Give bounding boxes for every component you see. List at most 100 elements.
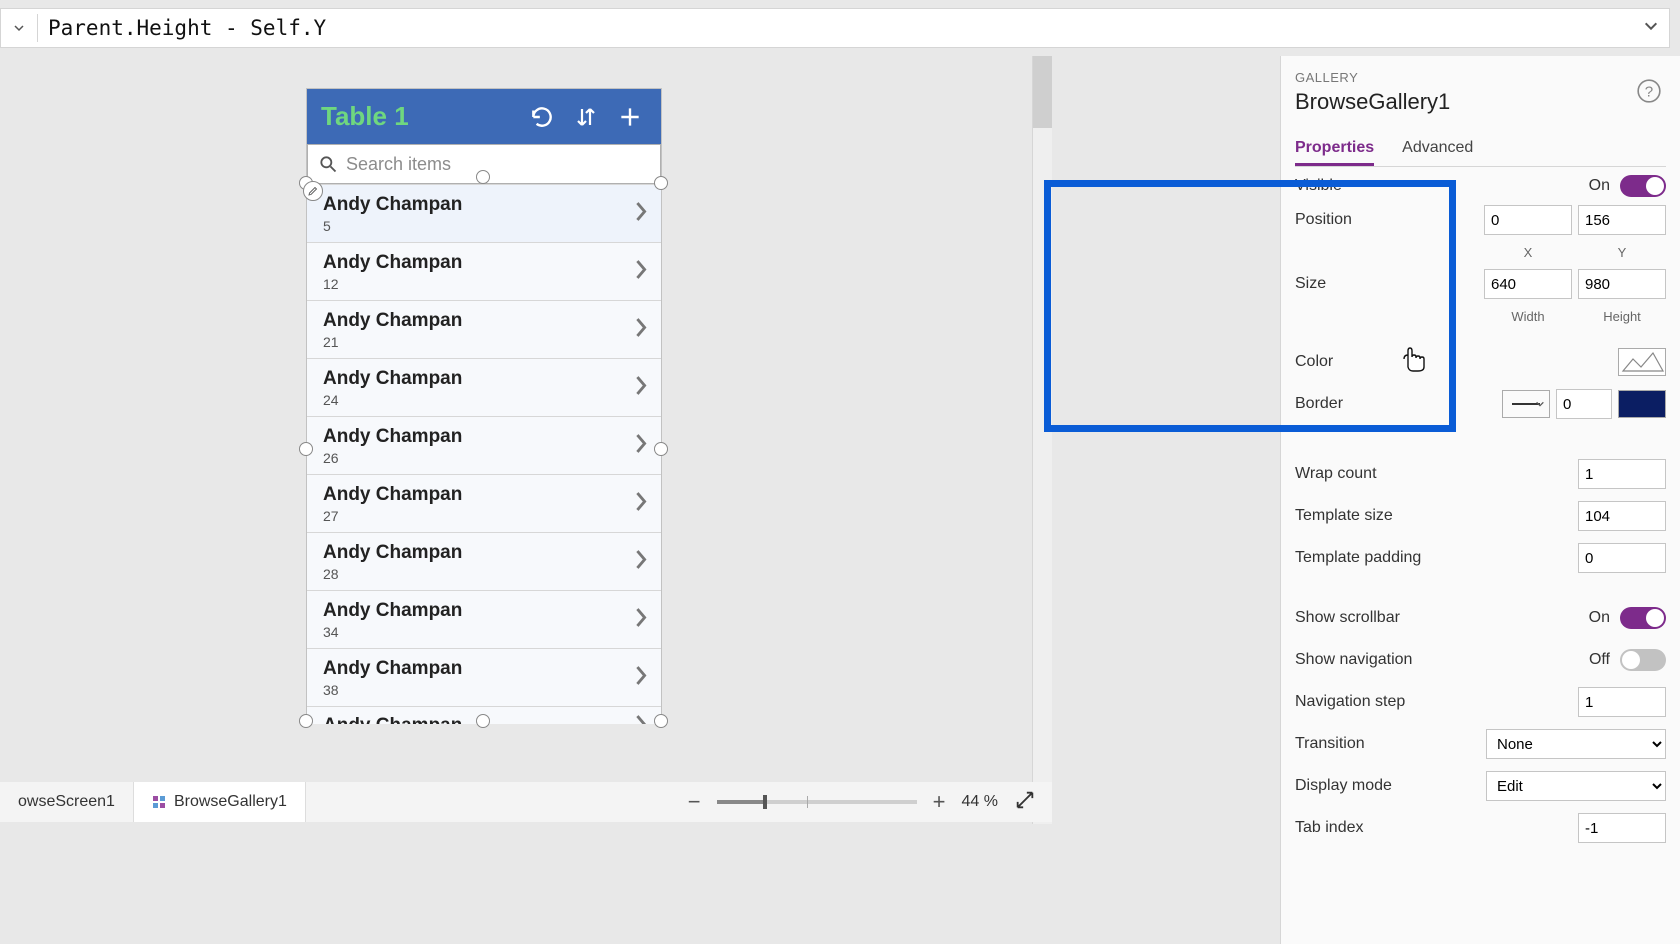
selection-handle[interactable]	[299, 714, 313, 728]
selection-handle[interactable]	[299, 442, 313, 456]
control-type-label: GALLERY	[1295, 70, 1666, 85]
crumb-screen[interactable]: owseScreen1	[0, 782, 134, 822]
fullscreen-icon[interactable]	[1014, 789, 1036, 816]
add-icon[interactable]	[613, 100, 647, 134]
zoom-out-button[interactable]: −	[688, 789, 701, 815]
prop-show-navigation: Show navigation Off	[1295, 639, 1666, 681]
refresh-icon[interactable]	[525, 100, 559, 134]
edit-pencil-icon[interactable]	[303, 181, 323, 201]
expand-chevron-down-icon[interactable]	[1643, 18, 1659, 39]
item-subtitle: 12	[323, 276, 645, 292]
list-item[interactable]: Andy Champan 21	[307, 300, 661, 358]
search-placeholder: Search items	[346, 154, 451, 175]
list-item[interactable]: Andy Champan 24	[307, 358, 661, 416]
show-nav-toggle[interactable]	[1620, 649, 1666, 671]
zoom-slider[interactable]	[717, 800, 917, 804]
item-name: Andy Champan	[323, 194, 645, 216]
app-title: Table 1	[321, 101, 409, 132]
show-scrollbar-toggle[interactable]	[1620, 607, 1666, 629]
list-item[interactable]: Andy Champan 28	[307, 532, 661, 590]
prop-navigation-step: Navigation step	[1295, 681, 1666, 723]
prop-transition: Transition None	[1295, 723, 1666, 765]
list-item[interactable]: Andy Champan 12	[307, 242, 661, 300]
chevron-right-icon[interactable]	[633, 315, 649, 344]
item-name: Andy Champan	[323, 426, 645, 448]
list-item[interactable]: Andy Champan 38	[307, 648, 661, 706]
prop-position: Position	[1295, 199, 1666, 241]
zoom-in-button[interactable]: +	[933, 789, 946, 815]
help-icon[interactable]: ?	[1636, 78, 1662, 104]
position-y-input[interactable]	[1578, 205, 1666, 235]
nav-step-input[interactable]	[1578, 687, 1666, 717]
chevron-right-icon[interactable]	[633, 431, 649, 460]
size-height-input[interactable]	[1578, 269, 1666, 299]
selection-handle[interactable]	[654, 176, 668, 190]
chevron-right-icon[interactable]	[633, 489, 649, 518]
item-subtitle: 28	[323, 566, 645, 582]
list-item[interactable]: Andy Champan 26	[307, 416, 661, 474]
prop-display-mode: Display mode Edit	[1295, 765, 1666, 807]
sort-icon[interactable]	[569, 100, 603, 134]
svg-text:?: ?	[1645, 83, 1653, 100]
border-color-swatch[interactable]	[1618, 390, 1666, 418]
crumb-gallery[interactable]: BrowseGallery1	[134, 782, 306, 822]
tabs: Properties Advanced	[1295, 133, 1666, 167]
item-name: Andy Champan	[323, 310, 645, 332]
show-nav-state: Off	[1589, 651, 1610, 669]
formula-input[interactable]: Parent.Height - Self.Y	[48, 16, 326, 40]
item-name: Andy Champan	[323, 368, 645, 390]
chevron-right-icon[interactable]	[633, 373, 649, 402]
tab-advanced[interactable]: Advanced	[1402, 133, 1473, 166]
prop-tab-index: Tab index	[1295, 807, 1666, 849]
list-item[interactable]: Andy Champan 5	[307, 184, 661, 242]
wrap-count-input[interactable]	[1578, 459, 1666, 489]
item-name: Andy Champan	[323, 252, 645, 274]
position-x-input[interactable]	[1484, 205, 1572, 235]
border-width-input[interactable]	[1556, 389, 1612, 419]
zoom-value: 44 %	[962, 793, 998, 811]
prop-wrap-count: Wrap count	[1295, 453, 1666, 495]
canvas-scrollbar[interactable]	[1032, 56, 1052, 824]
fx-chevron-down-icon[interactable]	[11, 20, 27, 36]
list-item[interactable]: Andy Champan 34	[307, 590, 661, 648]
show-scrollbar-state: On	[1589, 609, 1610, 627]
prop-border: Border	[1295, 383, 1666, 425]
item-subtitle: 21	[323, 334, 645, 350]
selection-handle[interactable]	[476, 170, 490, 184]
tab-index-input[interactable]	[1578, 813, 1666, 843]
size-width-input[interactable]	[1484, 269, 1572, 299]
color-swatch[interactable]	[1618, 348, 1666, 376]
list-item[interactable]: Andy Champan 27	[307, 474, 661, 532]
size-sub-labels: WidthHeight	[1295, 305, 1666, 327]
chevron-right-icon[interactable]	[633, 257, 649, 286]
prop-template-size: Template size	[1295, 495, 1666, 537]
prop-show-scrollbar: Show scrollbar On	[1295, 597, 1666, 639]
item-subtitle: 34	[323, 624, 645, 640]
divider	[37, 14, 38, 42]
prop-size: Size	[1295, 263, 1666, 305]
breadcrumb: owseScreen1 BrowseGallery1	[0, 782, 650, 822]
item-name: Andy Champan	[323, 542, 645, 564]
selection-handle[interactable]	[654, 442, 668, 456]
position-sub-labels: XY	[1295, 241, 1666, 263]
chevron-right-icon[interactable]	[633, 712, 649, 724]
template-padding-input[interactable]	[1578, 543, 1666, 573]
transition-select[interactable]: None	[1486, 729, 1666, 759]
chevron-right-icon[interactable]	[633, 547, 649, 576]
display-mode-select[interactable]: Edit	[1486, 771, 1666, 801]
template-size-input[interactable]	[1578, 501, 1666, 531]
selection-handle[interactable]	[476, 714, 490, 728]
chevron-right-icon[interactable]	[633, 663, 649, 692]
visible-toggle[interactable]	[1620, 175, 1666, 197]
item-subtitle: 26	[323, 450, 645, 466]
tab-properties[interactable]: Properties	[1295, 133, 1374, 166]
item-name: Andy Champan	[323, 484, 645, 506]
border-style-dropdown[interactable]	[1502, 390, 1550, 418]
selection-handle[interactable]	[654, 714, 668, 728]
item-name: Andy Champan	[323, 600, 645, 622]
chevron-right-icon[interactable]	[633, 605, 649, 634]
gallery[interactable]: Andy Champan 5 Andy Champan 12 Andy Cham…	[307, 184, 661, 724]
prop-color: Color	[1295, 341, 1666, 383]
properties-panel: GALLERY BrowseGallery1 ? Properties Adva…	[1280, 56, 1680, 944]
chevron-right-icon[interactable]	[633, 199, 649, 228]
